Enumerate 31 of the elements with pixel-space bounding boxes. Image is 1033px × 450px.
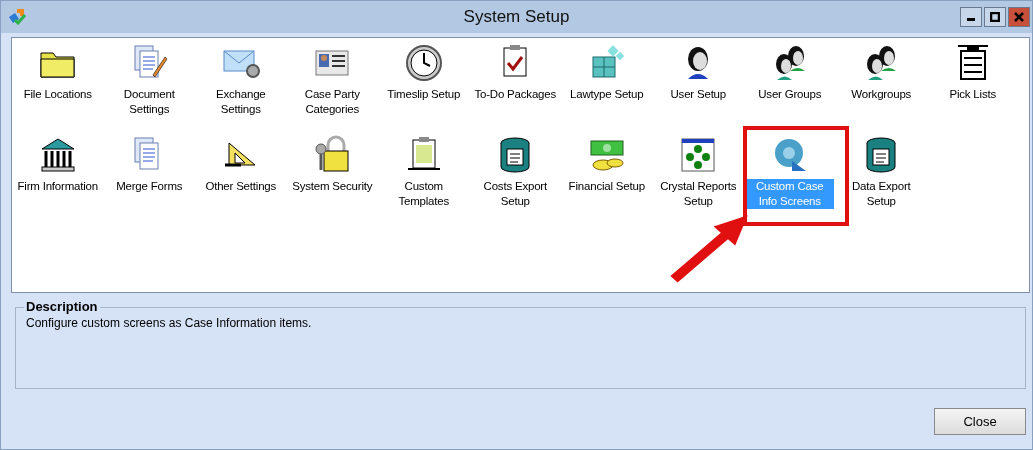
item-label[interactable]: Financial Setup — [567, 179, 646, 194]
description-text: Configure custom screens as Case Information items. — [26, 316, 313, 330]
item-label[interactable]: Lawtype Setup — [569, 87, 645, 102]
clock-icon[interactable] — [403, 43, 444, 83]
maximize-icon — [990, 12, 1000, 22]
item-label[interactable]: Other Settings — [204, 179, 278, 194]
item-label[interactable]: Data Export Setup — [837, 179, 926, 209]
maximize-button[interactable] — [984, 7, 1006, 27]
item-label[interactable]: Timeslip Setup — [386, 87, 462, 102]
item-label[interactable]: File Locations — [22, 87, 93, 102]
app-icon — [7, 7, 27, 27]
close-button[interactable] — [1008, 7, 1030, 27]
minimize-button[interactable] — [960, 7, 982, 27]
description-legend: Description — [24, 299, 100, 314]
window-title: System Setup — [463, 7, 570, 27]
item-label[interactable]: Custom Templates — [379, 179, 468, 209]
close-button[interactable]: Close — [934, 408, 1026, 435]
item-label[interactable]: Exchange Settings — [196, 87, 285, 117]
item-label[interactable]: Merge Forms — [115, 179, 184, 194]
item-label[interactable]: Pick Lists — [948, 87, 998, 102]
item-label[interactable]: Document Settings — [105, 87, 194, 117]
item-label[interactable]: User Groups — [757, 87, 823, 102]
item-label[interactable]: Case Party Categories — [288, 87, 377, 117]
close-icon — [1014, 12, 1024, 22]
item-label[interactable]: To-Do Packages — [473, 87, 558, 102]
item-label[interactable]: Costs Export Setup — [471, 179, 560, 209]
item-label[interactable]: User Setup — [669, 87, 727, 102]
item-label[interactable]: Workgroups — [850, 87, 913, 102]
item-label[interactable]: System Security — [291, 179, 374, 194]
item-label[interactable]: Firm Information — [16, 179, 99, 194]
item-label[interactable]: Crystal Reports Setup — [654, 179, 743, 209]
